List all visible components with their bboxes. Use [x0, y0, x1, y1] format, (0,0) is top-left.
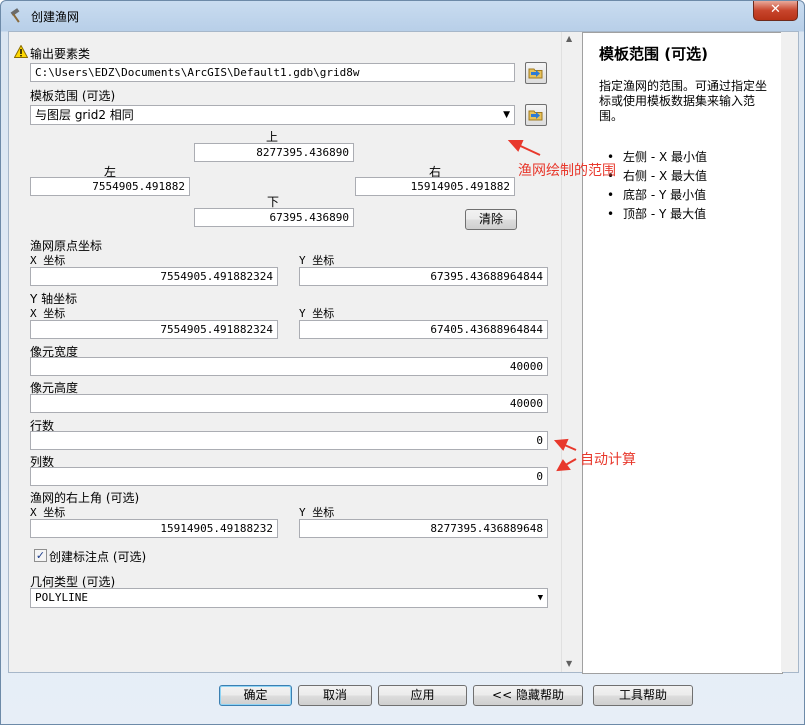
annotation-arrowhead [553, 438, 569, 451]
annotation-arrows [507, 140, 577, 472]
annotation-auto-note: 自动计算 [580, 452, 636, 468]
annotation-extent-note: 渔网绘制的范围 [518, 163, 616, 179]
annotation-arrowhead [556, 459, 571, 472]
annotation-arrowhead [507, 140, 524, 152]
